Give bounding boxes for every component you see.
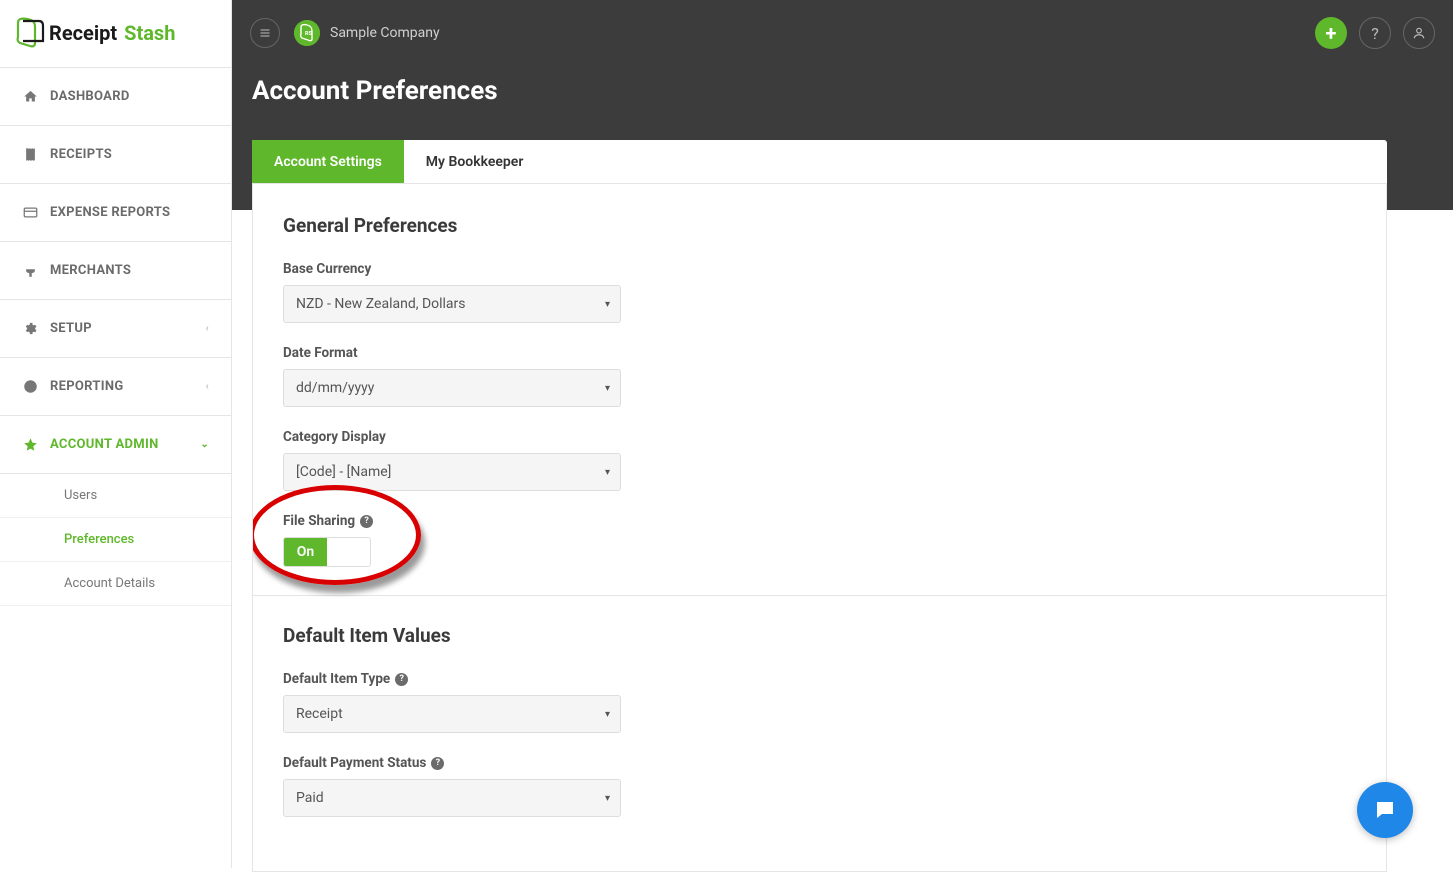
highlight-annotation [252,485,421,585]
sidebar-item-label: DASHBOARD [50,89,130,104]
sidebar-item-label: SETUP [50,321,92,336]
chart-icon [22,379,38,395]
date-format-label: Date Format [283,345,1356,361]
default-payment-status-select[interactable]: Paid [283,779,621,817]
company-badge-icon[interactable]: RS [294,20,320,46]
section-divider [253,595,1386,596]
sidebar-item-reporting[interactable]: REPORTING ‹ [0,358,231,416]
sidebar-subitem-users[interactable]: Users [0,474,231,518]
category-display-label: Category Display [283,429,1356,445]
sidebar: Receipt Stash DASHBOARD RECEIPTS EXPENSE… [0,0,232,868]
help-icon[interactable]: ? [395,673,408,686]
toggle-on-label: On [284,538,327,566]
sidebar-item-account-admin[interactable]: ACCOUNT ADMIN ⌄ [0,416,231,474]
gear-icon [22,321,38,337]
section-title-defaults: Default Item Values [283,624,1356,647]
chevron-left-icon: ‹ [206,323,209,334]
sidebar-item-dashboard[interactable]: DASHBOARD [0,68,231,126]
chevron-down-icon: ⌄ [200,439,209,450]
default-item-type-label: Default Item Type ? [283,671,1356,687]
star-icon [22,437,38,453]
base-currency-select[interactable]: NZD - New Zealand, Dollars [283,285,621,323]
profile-button[interactable] [1403,17,1435,49]
select-value: dd/mm/yyyy [296,380,374,396]
card-icon [22,205,38,221]
sidebar-subitem-label: Preferences [64,532,134,547]
select-value: Receipt [296,706,343,722]
settings-content: General Preferences Base Currency NZD - … [252,184,1387,872]
company-name[interactable]: Sample Company [330,25,440,41]
sidebar-subitem-label: Account Details [64,576,155,591]
sidebar-item-label: MERCHANTS [50,263,131,278]
help-icon[interactable]: ? [360,515,373,528]
sidebar-subitem-account-details[interactable]: Account Details [0,562,231,606]
toggle-off-space [327,538,370,566]
sidebar-item-setup[interactable]: SETUP ‹ [0,300,231,358]
tab-account-settings[interactable]: Account Settings [252,140,404,183]
menu-toggle-button[interactable] [250,18,280,48]
tab-label: Account Settings [274,154,382,170]
svg-text:Receipt Stash: Receipt Stash [49,21,175,45]
sidebar-item-expense-reports[interactable]: EXPENSE REPORTS [0,184,231,242]
brand-text-1: Receipt [49,21,117,45]
default-payment-status-label: Default Payment Status ? [283,755,1356,771]
sidebar-item-receipts[interactable]: RECEIPTS [0,126,231,184]
sidebar-subitem-preferences[interactable]: Preferences [0,518,231,562]
select-value: NZD - New Zealand, Dollars [296,296,466,312]
highlight-shadow [252,485,421,585]
svg-text:RS: RS [305,31,313,37]
select-value: Paid [296,790,324,806]
file-sharing-toggle[interactable]: On [283,537,371,567]
sidebar-subitem-label: Users [64,488,97,503]
add-button[interactable]: + [1315,17,1347,49]
file-sharing-label: File Sharing ? [283,513,1356,529]
tabs: Account Settings My Bookkeeper [252,140,1387,184]
brand-text-2: Stash [124,21,175,45]
merchants-icon [22,263,38,279]
brand-logo[interactable]: Receipt Stash [0,0,231,68]
sidebar-item-merchants[interactable]: MERCHANTS [0,242,231,300]
main-panel: Account Settings My Bookkeeper General P… [252,140,1387,868]
help-icon[interactable]: ? [431,757,444,770]
chevron-left-icon: ‹ [206,381,209,392]
select-value: [Code] - [Name] [296,464,391,480]
tab-label: My Bookkeeper [426,154,524,170]
section-title-general: General Preferences [283,214,1356,237]
base-currency-label: Base Currency [283,261,1356,277]
receipt-icon [22,147,38,163]
sidebar-item-label: EXPENSE REPORTS [50,205,170,220]
category-display-select[interactable]: [Code] - [Name] [283,453,621,491]
date-format-select[interactable]: dd/mm/yyyy [283,369,621,407]
sidebar-item-label: REPORTING [50,379,124,394]
page-title: Account Preferences [232,66,1453,106]
sidebar-item-label: RECEIPTS [50,147,112,162]
chat-button[interactable] [1357,782,1413,838]
default-item-type-select[interactable]: Receipt [283,695,621,733]
tab-my-bookkeeper[interactable]: My Bookkeeper [404,140,546,183]
home-icon [22,89,38,105]
sidebar-item-label: ACCOUNT ADMIN [50,437,159,452]
help-button[interactable]: ? [1359,17,1391,49]
